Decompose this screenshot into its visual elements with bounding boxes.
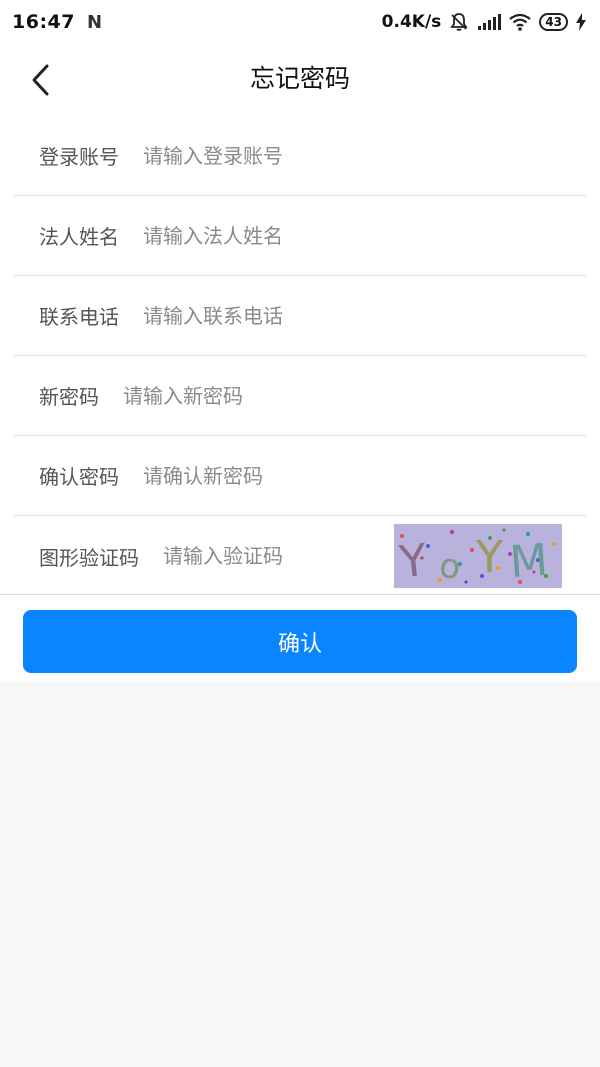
field-row-confirm-password: 确认密码 (14, 436, 586, 516)
page-title: 忘记密码 (249, 64, 350, 93)
svg-text:Y: Y (396, 535, 429, 588)
status-right-group: 0.4K/s 43 (382, 12, 586, 32)
signal-icon (477, 13, 502, 31)
legal-name-input[interactable] (143, 215, 586, 256)
status-bar: 16:47 N 0.4K/s 43 (0, 0, 600, 44)
app-header: 忘记密码 (0, 44, 600, 116)
field-row-phone: 联系电话 (14, 276, 586, 356)
network-speed: 0.4K/s (381, 12, 442, 32)
confirm-button[interactable]: 确认 (23, 610, 577, 673)
field-row-new-password: 新密码 (14, 356, 586, 436)
confirm-password-input[interactable] (143, 455, 586, 496)
notification-n-icon: N (86, 11, 103, 33)
captcha-input[interactable] (163, 536, 363, 576)
confirm-password-label: 确认密码 (39, 465, 119, 489)
field-row-legal-name: 法人姓名 (14, 196, 586, 276)
login-account-input[interactable] (143, 135, 586, 176)
new-password-input[interactable] (123, 375, 586, 416)
svg-text:Y: Y (475, 532, 503, 583)
bell-muted-icon (449, 12, 469, 32)
field-row-login-account: 登录账号 (14, 116, 586, 196)
phone-label: 联系电话 (39, 305, 119, 329)
svg-text:M: M (508, 535, 549, 588)
confirm-area: 确认 (0, 595, 600, 682)
captcha-label: 图形验证码 (39, 545, 139, 570)
login-account-label: 登录账号 (39, 145, 119, 169)
new-password-label: 新密码 (39, 385, 99, 409)
back-chevron-icon[interactable] (22, 60, 58, 100)
status-time: 16:47 (12, 11, 75, 33)
charging-bolt-icon (576, 13, 586, 31)
wifi-icon (509, 13, 531, 31)
forgot-password-form: 登录账号 法人姓名 联系电话 新密码 确认密码 图形验证码 (0, 116, 600, 594)
captcha-image[interactable]: Y o Y M (394, 524, 562, 588)
legal-name-label: 法人姓名 (39, 225, 119, 249)
field-row-captcha: 图形验证码 请输入验证码 Y o Y M (14, 516, 586, 596)
battery-icon: 43 (539, 13, 568, 31)
phone-input[interactable] (143, 295, 586, 336)
